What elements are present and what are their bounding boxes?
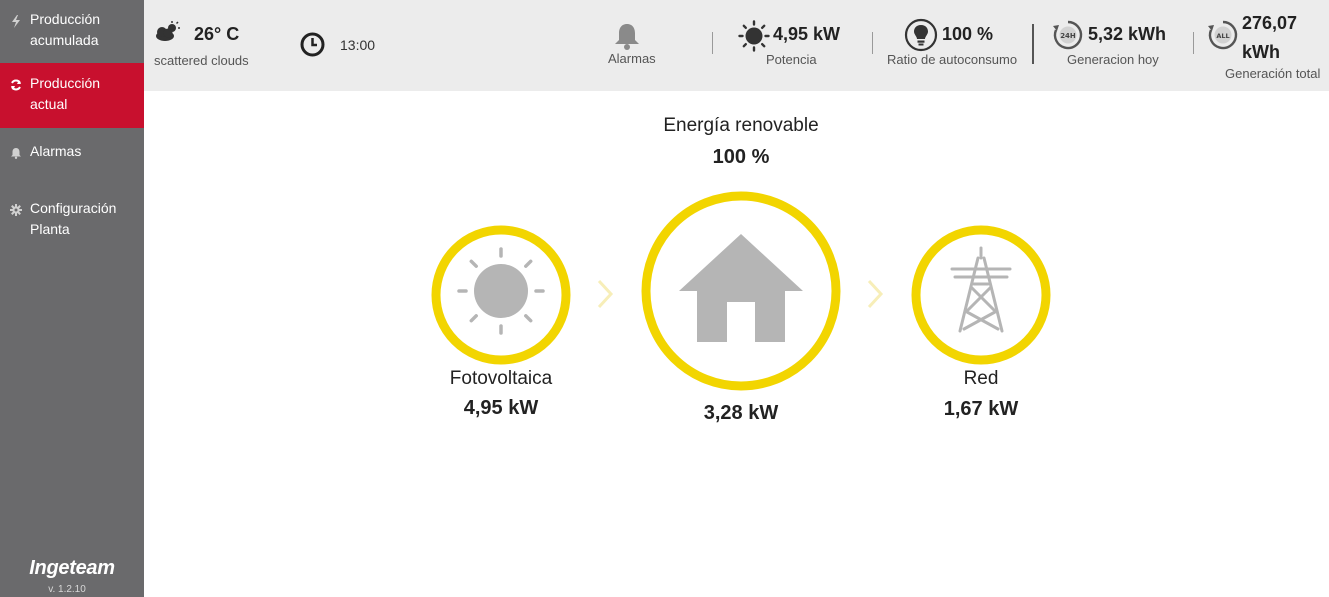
- generation-today-label: Generacion hoy: [1067, 52, 1159, 67]
- bolt-icon: [9, 14, 23, 28]
- generation-total-value: 276,07 kWh: [1242, 13, 1298, 62]
- home-value: 3,28 kW: [703, 402, 779, 424]
- grid-label: Red: [963, 368, 999, 389]
- sidebar-item-label: Configuración Planta: [30, 200, 117, 237]
- gear-icon: [9, 203, 23, 217]
- sidebar-item-produccion-actual[interactable]: Producción actual: [0, 63, 144, 128]
- sidebar-item-label: Alarmas: [30, 143, 82, 159]
- sidebar: Producción acumulada Producción actual Ala…: [0, 0, 144, 597]
- pv-value: 4,95 kW: [463, 397, 539, 419]
- chevron-right-icon: [597, 279, 614, 309]
- pv-node: [431, 225, 571, 365]
- cloud-icon: [154, 21, 180, 48]
- renewable-energy-title: Energía renovable: [663, 115, 819, 136]
- self-consumption-value: 100 %: [942, 24, 994, 44]
- pv-label: Fotovoltaica: [449, 368, 553, 389]
- version-label: v. 1.2.10: [48, 584, 86, 595]
- sidebar-item-produccion-acumulada[interactable]: Producción acumulada: [0, 9, 144, 55]
- brand-logo: Ingeteam: [29, 557, 115, 579]
- header-bar: 26° C scattered clouds 13:00 Alarmas 4,9…: [144, 0, 1329, 91]
- sidebar-item-configuracion-planta[interactable]: Configuración Planta: [0, 198, 144, 244]
- alarms-button[interactable]: Alarmas: [602, 20, 662, 70]
- divider: [712, 32, 713, 54]
- bell-icon: [9, 146, 23, 160]
- power-label: Potencia: [766, 52, 817, 67]
- chevron-right-icon: [867, 279, 884, 309]
- divider: [872, 32, 873, 54]
- grid-value: 1,67 kW: [943, 398, 1019, 420]
- home-node: [641, 191, 841, 391]
- weather-temperature: 26° C: [194, 24, 240, 44]
- clock-time: 13:00: [340, 37, 376, 53]
- divider: [1193, 32, 1194, 54]
- 24h-icon: 24H: [1052, 19, 1084, 56]
- self-consumption-label: Ratio de autoconsumo: [887, 52, 1018, 67]
- svg-text:24H: 24H: [1060, 32, 1076, 40]
- all-icon: ALL: [1207, 19, 1239, 56]
- weather-description: scattered clouds: [154, 53, 249, 68]
- sidebar-item-label: Producción acumulada: [30, 11, 101, 48]
- generation-total-label: Generación total: [1225, 66, 1321, 81]
- refresh-icon: [9, 78, 23, 92]
- sidebar-item-label: Producción actual: [30, 75, 101, 112]
- alarms-label: Alarmas: [608, 51, 656, 66]
- generation-today-value: 5,32 kWh: [1088, 24, 1167, 44]
- renewable-energy-percentage: 100 %: [712, 146, 770, 168]
- grid-node: [911, 225, 1051, 365]
- divider: [1032, 24, 1034, 64]
- svg-text:ALL: ALL: [1216, 32, 1229, 40]
- clock-icon: [300, 32, 325, 62]
- sidebar-item-alarmas[interactable]: Alarmas: [0, 141, 144, 165]
- power-value: 4,95 kW: [773, 24, 841, 44]
